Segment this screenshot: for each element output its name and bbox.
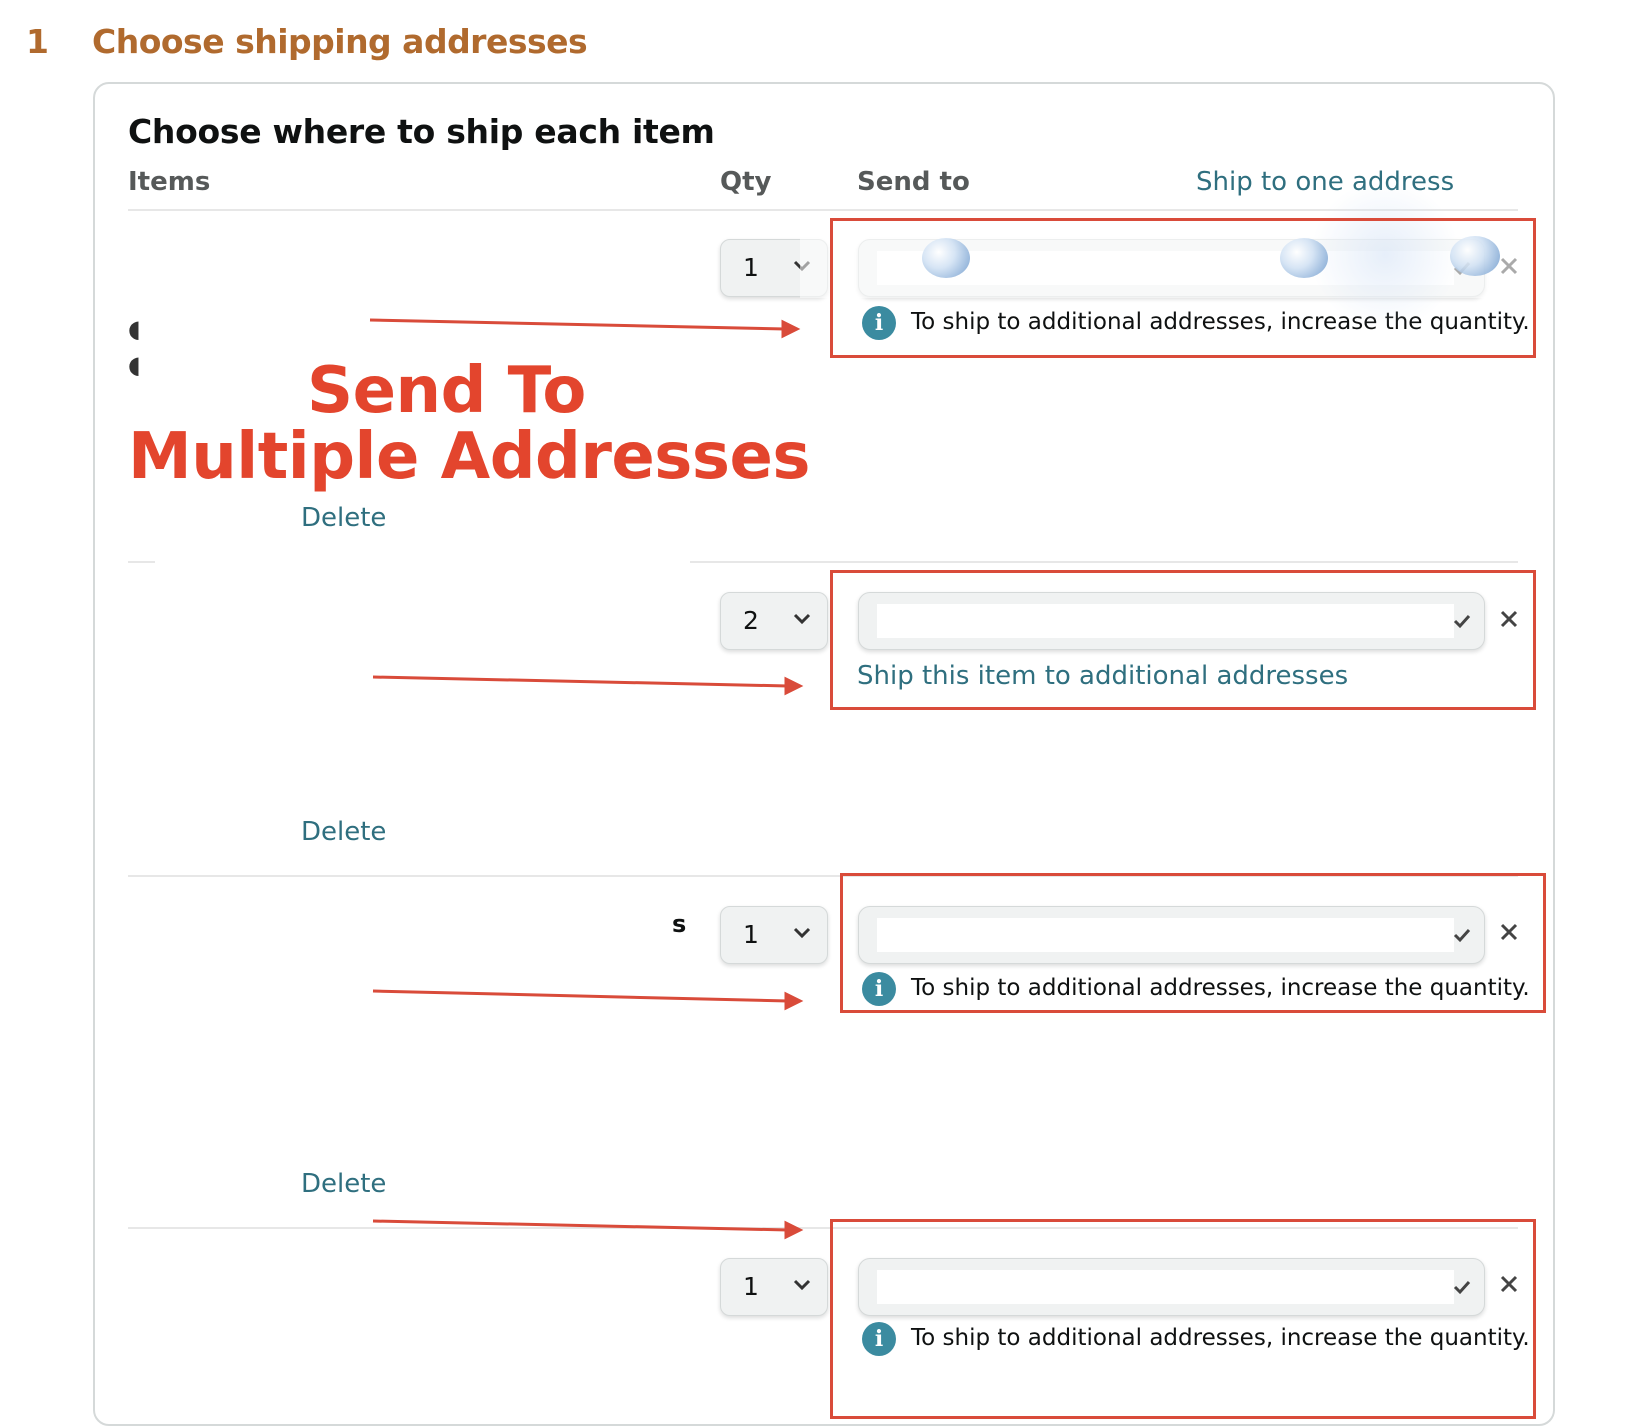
close-icon[interactable] <box>1497 607 1521 631</box>
address-value <box>877 251 1454 285</box>
qty-dropdown[interactable]: 1 <box>720 906 828 964</box>
chevron-down-icon <box>793 927 811 939</box>
info-text: To ship to additional addresses, increas… <box>911 975 1530 1001</box>
address-value <box>877 604 1454 638</box>
ship-to-one-address-link[interactable]: Ship to one address <box>1196 167 1454 197</box>
chevron-down-icon <box>793 260 811 272</box>
address-dropdown[interactable] <box>858 1258 1485 1316</box>
redacted-item-fragment: ◖ <box>128 315 141 343</box>
check-icon <box>1453 1280 1471 1295</box>
address-value <box>877 1270 1454 1304</box>
info-text: To ship to additional addresses, increas… <box>911 309 1530 335</box>
address-dropdown[interactable] <box>858 239 1485 297</box>
redacted-item-fragment: ◖ <box>128 351 141 379</box>
column-header-qty: Qty <box>720 167 772 197</box>
check-icon <box>1453 928 1471 943</box>
address-dropdown[interactable] <box>858 592 1485 650</box>
qty-dropdown[interactable]: 2 <box>720 592 828 650</box>
row-divider <box>128 1227 1518 1229</box>
close-icon[interactable] <box>1497 920 1521 944</box>
annotation-title-line1: Send To <box>307 354 586 428</box>
delete-link[interactable]: Delete <box>301 817 386 847</box>
column-header-send-to: Send to <box>857 167 970 197</box>
step-number: 1 <box>26 22 49 61</box>
row-divider <box>128 561 155 563</box>
address-value <box>877 918 1454 952</box>
info-icon: i <box>862 972 896 1006</box>
row-divider <box>128 875 1518 877</box>
step-title: Choose shipping addresses <box>92 22 588 61</box>
delete-link[interactable]: Delete <box>301 1169 386 1199</box>
qty-value: 1 <box>743 1272 759 1301</box>
check-icon <box>1453 261 1471 276</box>
close-icon[interactable] <box>1497 254 1521 278</box>
item-name-fragment: s <box>672 910 687 938</box>
column-header-items: Items <box>128 167 211 197</box>
check-icon <box>1453 614 1471 629</box>
qty-value: 2 <box>743 606 759 635</box>
info-icon: i <box>862 306 896 340</box>
qty-dropdown[interactable]: 1 <box>720 1258 828 1316</box>
chevron-down-icon <box>793 613 811 625</box>
ship-to-additional-addresses-link[interactable]: Ship this item to additional addresses <box>857 661 1348 691</box>
delete-link[interactable]: Delete <box>301 503 386 533</box>
qty-value: 1 <box>743 920 759 949</box>
address-dropdown[interactable] <box>858 906 1485 964</box>
info-text: To ship to additional addresses, increas… <box>911 1325 1530 1351</box>
header-divider <box>128 209 1518 211</box>
qty-dropdown[interactable]: 1 <box>720 239 828 297</box>
info-icon: i <box>862 1322 896 1356</box>
qty-value: 1 <box>743 253 759 282</box>
close-icon[interactable] <box>1497 1272 1521 1296</box>
row-divider <box>690 561 1518 563</box>
chevron-down-icon <box>793 1279 811 1291</box>
card-title: Choose where to ship each item <box>128 112 715 151</box>
annotation-title-line2: Multiple Addresses <box>128 420 810 494</box>
